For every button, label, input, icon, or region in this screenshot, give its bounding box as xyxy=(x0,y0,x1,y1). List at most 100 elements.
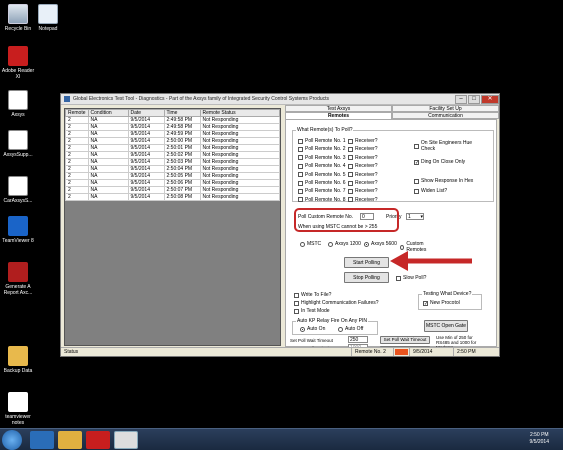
write-to-file-checkbox[interactable]: Write To File? xyxy=(294,292,331,298)
checkbox-label: Show Response In Hex xyxy=(421,178,474,184)
checkbox-icon xyxy=(348,138,353,144)
table-cell: NA xyxy=(87,172,129,180)
radio-icon xyxy=(338,326,343,332)
auto-off-radio[interactable]: Auto Off xyxy=(338,326,363,332)
minimize-icon[interactable]: – xyxy=(455,94,467,104)
new-procotol-checkbox[interactable]: ✓ New Procotol xyxy=(423,300,460,306)
show-hex-checkbox[interactable]: Show Response In Hex xyxy=(414,178,473,184)
table-row[interactable]: 2 NA 9/5/2014 2:50:00 PM Not Responding xyxy=(65,137,280,145)
checkbox-icon xyxy=(348,155,353,161)
tab-remotes[interactable]: Remotes xyxy=(285,112,392,119)
column-header[interactable]: Condition xyxy=(87,109,129,117)
mstc-open-gate-button[interactable]: MSTC Open Gate xyxy=(424,320,468,332)
taskbar-clock[interactable]: 2:50 PM 9/5/2014 xyxy=(530,432,549,446)
window-titlebar[interactable]: Global Electronics Test Tool - Diagnosti… xyxy=(61,94,499,105)
poll-remote-checkbox[interactable]: Poll Remote No. 8 xyxy=(298,197,346,203)
table-row[interactable]: 2 NA 9/5/2014 2:50:06 PM Not Responding xyxy=(65,179,280,187)
internet-explorer-icon[interactable] xyxy=(30,431,54,449)
close-icon[interactable]: ✕ xyxy=(481,94,499,104)
status-bar: Status Remote No. 2 9/5/2014 2:50 PM xyxy=(61,347,499,356)
remotes-tab-content: What Remote(s) To Poll? Poll Remote No. … xyxy=(285,119,497,354)
table-row[interactable]: 2 NA 9/5/2014 2:50:07 PM Not Responding xyxy=(65,186,280,194)
poll-remote-checkbox[interactable]: Poll Remote No. 4 xyxy=(298,163,346,169)
receiver-checkbox[interactable]: Receiver? xyxy=(348,163,378,169)
desktop-icon-label: Axsys xyxy=(11,112,25,118)
desktop-icon-backup-data[interactable]: Backup Data xyxy=(0,346,36,374)
test-mode-checkbox[interactable]: In Test Mode xyxy=(294,308,330,314)
tab-test-axsys[interactable]: Test Axsys xyxy=(285,105,392,112)
desktop-icon-axsys-support[interactable]: AxsysSupp... xyxy=(0,130,36,158)
axsys-icon[interactable] xyxy=(114,431,138,449)
poll-remote-checkbox[interactable]: Poll Remote No. 3 xyxy=(298,155,346,161)
desktop-icon-axsys[interactable]: Axsys xyxy=(0,90,36,118)
column-header[interactable]: Remote Status xyxy=(199,109,280,117)
table-row[interactable]: 2 NA 9/5/2014 2:50:08 PM Not Responding xyxy=(65,193,280,201)
protocol-axsys1200-radio[interactable]: Axsys 1200 xyxy=(328,241,361,247)
checkbox-icon xyxy=(294,300,299,306)
column-header[interactable]: Time xyxy=(163,109,201,117)
desktop-icon-car-axsys[interactable]: CarAxsysS... xyxy=(0,176,36,204)
table-row[interactable]: 2 NA 9/5/2014 2:50:01 PM Not Responding xyxy=(65,144,280,152)
receiver-checkbox[interactable]: Receiver? xyxy=(348,155,378,161)
receiver-checkbox[interactable]: Receiver? xyxy=(348,172,378,178)
protocol-axsys5600-radio[interactable]: Axsys 5600 xyxy=(364,241,397,247)
protocol-mstc-radio[interactable]: MSTC xyxy=(300,241,321,247)
receiver-checkbox[interactable]: Receiver? xyxy=(348,180,378,186)
receiver-checkbox[interactable]: Receiver? xyxy=(348,146,378,152)
column-header[interactable]: Remote xyxy=(65,109,89,117)
auto-on-radio[interactable]: Auto On xyxy=(300,326,325,332)
table-cell: Not Responding xyxy=(199,158,280,166)
column-header[interactable]: Date xyxy=(127,109,165,117)
table-row[interactable]: 2 NA 9/5/2014 2:50:05 PM Not Responding xyxy=(65,172,280,180)
table-cell: 9/5/2014 xyxy=(127,172,165,180)
stop-polling-button[interactable]: Stop Polling xyxy=(344,272,389,283)
notepad-icon xyxy=(38,4,58,24)
desktop-icon-notepad[interactable]: Notepad xyxy=(30,4,66,32)
table-cell: Not Responding xyxy=(199,165,280,173)
highlight-failures-checkbox[interactable]: Highlight Communication Failures? xyxy=(294,300,379,306)
file-explorer-icon[interactable] xyxy=(58,431,82,449)
receiver-checkbox[interactable]: Receiver? xyxy=(348,197,378,203)
table-row[interactable]: 2 NA 9/5/2014 2:50:04 PM Not Responding xyxy=(65,165,280,173)
maximize-icon[interactable]: □ xyxy=(468,94,480,104)
poll-remote-checkbox[interactable]: Poll Remote No. 7 xyxy=(298,188,346,194)
tab-facility-setup[interactable]: Facility Set Up xyxy=(392,105,499,112)
start-button[interactable] xyxy=(2,430,22,450)
table-row[interactable]: 2 NA 9/5/2014 2:49:59 PM Not Responding xyxy=(65,130,280,138)
desktop-icon-teamviewer[interactable]: TeamViewer 8 xyxy=(0,216,36,244)
table-cell: 2:49:59 PM xyxy=(163,130,201,138)
widen-list-checkbox[interactable]: Widen List? xyxy=(414,188,447,194)
poll-remote-checkbox[interactable]: Poll Remote No. 5 xyxy=(298,172,346,178)
checkbox-icon xyxy=(348,180,353,186)
tab-communication[interactable]: Communication xyxy=(392,112,499,119)
on-site-engineers-checkbox[interactable]: On Site Engineers Hue Check xyxy=(414,140,486,152)
table-cell: 9/5/2014 xyxy=(127,151,165,159)
priority-select[interactable]: 1 ▾ xyxy=(406,213,424,220)
poll-remote-checkbox[interactable]: Poll Remote No. 6 xyxy=(298,180,346,186)
receiver-checkbox[interactable]: Receiver? xyxy=(348,188,378,194)
highlight-box xyxy=(294,208,399,232)
checkbox-label: Poll Remote No. 2 xyxy=(305,146,346,153)
diagnostics-window: Global Electronics Test Tool - Diagnosti… xyxy=(60,93,500,357)
set-poll-button[interactable]: Set Poll Wait Timeout xyxy=(380,336,430,344)
desktop-icon-generate-report[interactable]: Generate A Report Axc... xyxy=(0,262,36,296)
start-polling-button[interactable]: Start Polling xyxy=(344,257,389,268)
pdf-icon[interactable] xyxy=(86,431,110,449)
log-grid[interactable]: Remote Condition Date Time Remote Status… xyxy=(64,108,281,346)
receiver-checkbox[interactable]: Receiver? xyxy=(348,138,378,144)
table-cell: 9/5/2014 xyxy=(127,130,165,138)
slow-poll-checkbox[interactable]: Slow Poll? xyxy=(396,275,426,281)
table-row[interactable]: 2 NA 9/5/2014 2:49:58 PM Not Responding xyxy=(65,123,280,131)
poll-remote-checkbox[interactable]: Poll Remote No. 2 xyxy=(298,146,346,152)
table-row[interactable]: 2 NA 9/5/2014 2:50:02 PM Not Responding xyxy=(65,151,280,159)
set-poll-input[interactable]: 250 xyxy=(348,336,368,343)
desktop-icon-teamviewer-notes[interactable]: teamviewer notes xyxy=(0,392,36,426)
poll-remote-checkbox[interactable]: Poll Remote No. 1 xyxy=(298,138,346,144)
desktop-icon-adobe-reader[interactable]: Adobe Reader XI xyxy=(0,46,36,80)
table-row[interactable]: 2 NA 9/5/2014 2:50:03 PM Not Responding xyxy=(65,158,280,166)
table-cell: 2:50:08 PM xyxy=(163,193,201,201)
table-row[interactable]: 2 NA 9/5/2014 2:49:58 PM Not Responding xyxy=(65,116,280,124)
checkbox-icon xyxy=(414,143,419,149)
ding-on-close-checkbox[interactable]: ✓ Ding On Close Only xyxy=(414,159,465,165)
priority-value: 1 xyxy=(408,214,411,220)
